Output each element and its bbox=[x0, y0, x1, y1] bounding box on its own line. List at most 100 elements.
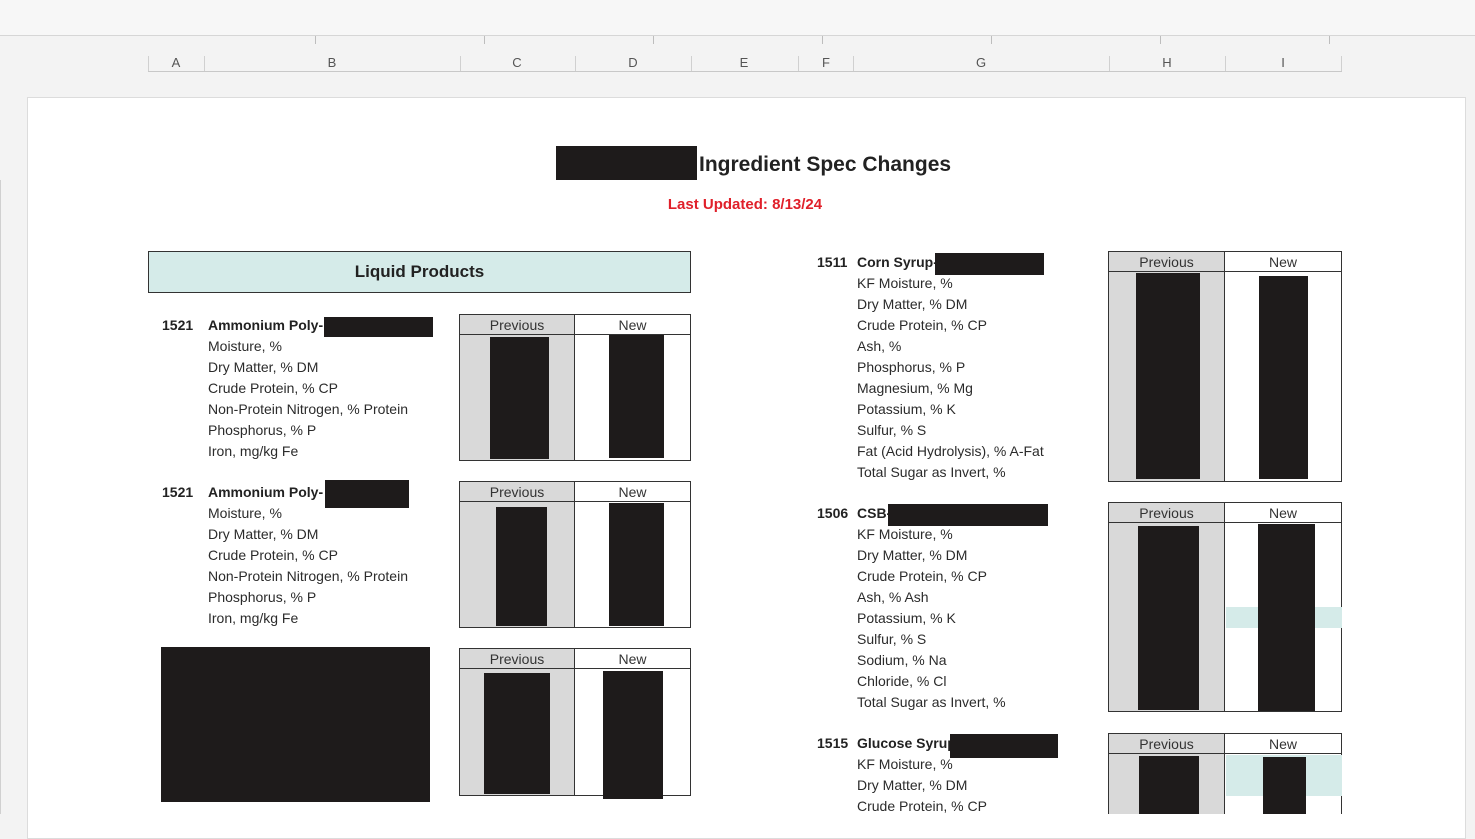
column-header-a[interactable]: A bbox=[172, 55, 181, 70]
parameter-label: Moisture, % bbox=[208, 505, 282, 521]
ruler-tick bbox=[653, 36, 654, 44]
parameter-label: Potassium, % K bbox=[857, 610, 956, 626]
redaction-block bbox=[1138, 526, 1199, 710]
column-header-b[interactable]: B bbox=[328, 55, 337, 70]
column-separator bbox=[148, 56, 149, 71]
page-title: Ingredient Spec Changes bbox=[699, 153, 952, 176]
parameter-label: Fat (Acid Hydrolysis), % A-Fat bbox=[857, 443, 1044, 459]
redaction-block bbox=[888, 504, 1048, 526]
parameter-label: KF Moisture, % bbox=[857, 756, 953, 772]
parameter-label: KF Moisture, % bbox=[857, 526, 953, 542]
ruler-tick bbox=[315, 36, 316, 44]
previous-header: Previous bbox=[1109, 252, 1225, 272]
redaction-block bbox=[556, 146, 697, 180]
redaction-block bbox=[603, 671, 663, 799]
column-separator bbox=[798, 56, 799, 71]
parameter-label: Dry Matter, % DM bbox=[857, 547, 968, 563]
ruler-tick bbox=[991, 36, 992, 44]
product-name: Ammonium Poly- bbox=[208, 484, 324, 500]
column-separator bbox=[460, 56, 461, 71]
parameter-label: Sodium, % Na bbox=[857, 652, 947, 668]
redaction-block bbox=[609, 503, 664, 626]
redaction-block bbox=[496, 507, 547, 626]
left-edge-line bbox=[0, 180, 1, 814]
column-header-h[interactable]: H bbox=[1162, 55, 1171, 70]
previous-header: Previous bbox=[460, 649, 575, 669]
parameter-label: Crude Protein, % CP bbox=[208, 547, 338, 563]
new-header: New bbox=[575, 482, 690, 502]
section-header: Liquid Products bbox=[148, 251, 691, 293]
parameter-label: Chloride, % Cl bbox=[857, 673, 947, 689]
parameter-label: Dry Matter, % DM bbox=[857, 777, 968, 793]
parameter-label: KF Moisture, % bbox=[857, 275, 953, 291]
column-header-f[interactable]: F bbox=[822, 55, 830, 70]
parameter-list: KF Moisture, % Dry Matter, % DM Crude Pr… bbox=[857, 273, 1044, 483]
parameter-label: Total Sugar as Invert, % bbox=[857, 694, 1006, 710]
redaction-block bbox=[1258, 524, 1315, 711]
column-header-c[interactable]: C bbox=[512, 55, 521, 70]
ruler-line bbox=[148, 71, 1342, 72]
new-header: New bbox=[1225, 503, 1341, 523]
redaction-block bbox=[1259, 276, 1308, 479]
previous-header: Previous bbox=[1109, 734, 1225, 754]
parameter-label: Non-Protein Nitrogen, % Protein bbox=[208, 568, 408, 584]
new-header: New bbox=[1225, 252, 1341, 272]
redaction-block bbox=[1136, 273, 1200, 479]
product-code: 1511 bbox=[817, 254, 848, 270]
product-name: Corn Syrup- bbox=[857, 254, 938, 270]
toolbar-area bbox=[0, 0, 1475, 36]
parameter-label: Potassium, % K bbox=[857, 401, 956, 417]
product-name: Glucose Syrup bbox=[857, 735, 956, 751]
parameter-label: Phosphorus, % P bbox=[208, 589, 317, 605]
parameter-label: Sulfur, % S bbox=[857, 422, 927, 438]
column-header-e[interactable]: E bbox=[740, 55, 749, 70]
column-ruler: A B C D E F G H I bbox=[0, 36, 1475, 86]
product-code: 1521 bbox=[162, 317, 194, 333]
column-separator bbox=[1225, 56, 1226, 71]
parameter-label: Iron, mg/kg Fe bbox=[208, 443, 299, 459]
product-name: CSB- bbox=[857, 505, 892, 521]
previous-header: Previous bbox=[460, 315, 575, 335]
parameter-label: Total Sugar as Invert, % bbox=[857, 464, 1006, 480]
redaction-block bbox=[1263, 757, 1306, 814]
parameter-label: Crude Protein, % CP bbox=[208, 380, 338, 396]
product-code: 1521 bbox=[162, 484, 194, 500]
new-header: New bbox=[575, 315, 690, 335]
redaction-block bbox=[1139, 756, 1199, 814]
redaction-block bbox=[484, 673, 550, 794]
parameter-label: Dry Matter, % DM bbox=[857, 296, 968, 312]
parameter-label: Phosphorus, % P bbox=[857, 359, 966, 375]
redaction-block bbox=[609, 335, 664, 458]
last-updated: Last Updated: 8/13/24 bbox=[667, 196, 823, 213]
column-separator bbox=[853, 56, 854, 71]
product-code: 1506 bbox=[817, 505, 849, 521]
product-code: 1515 bbox=[817, 735, 849, 751]
parameter-label: Dry Matter, % DM bbox=[208, 359, 319, 375]
column-separator bbox=[1341, 56, 1342, 71]
ruler-tick bbox=[484, 36, 485, 44]
new-header: New bbox=[1225, 734, 1341, 754]
previous-header: Previous bbox=[1109, 503, 1225, 523]
parameter-label: Moisture, % bbox=[208, 338, 282, 354]
parameter-list: KF Moisture, % Dry Matter, % DM Crude Pr… bbox=[857, 524, 1006, 713]
column-header-d[interactable]: D bbox=[628, 55, 637, 70]
new-header: New bbox=[575, 649, 690, 669]
column-header-g[interactable]: G bbox=[976, 55, 986, 70]
column-separator bbox=[691, 56, 692, 71]
parameter-label: Ash, % Ash bbox=[857, 589, 929, 605]
parameter-label: Crude Protein, % CP bbox=[857, 317, 987, 333]
product-name: Ammonium Poly- bbox=[208, 317, 324, 333]
parameter-label: Dry Matter, % DM bbox=[208, 526, 319, 542]
parameter-label: Sulfur, % S bbox=[857, 631, 927, 647]
redaction-block bbox=[490, 337, 549, 459]
previous-header: Previous bbox=[460, 482, 575, 502]
redaction-block bbox=[324, 317, 433, 337]
parameter-label: Non-Protein Nitrogen, % Protein bbox=[208, 401, 408, 417]
parameter-list: Moisture, % Dry Matter, % DM Crude Prote… bbox=[208, 503, 408, 629]
column-separator bbox=[204, 56, 205, 71]
redaction-block bbox=[161, 647, 430, 802]
redaction-block bbox=[935, 253, 1044, 275]
ruler-tick bbox=[1160, 36, 1161, 44]
column-separator bbox=[1109, 56, 1110, 71]
column-header-i[interactable]: I bbox=[1281, 55, 1285, 70]
